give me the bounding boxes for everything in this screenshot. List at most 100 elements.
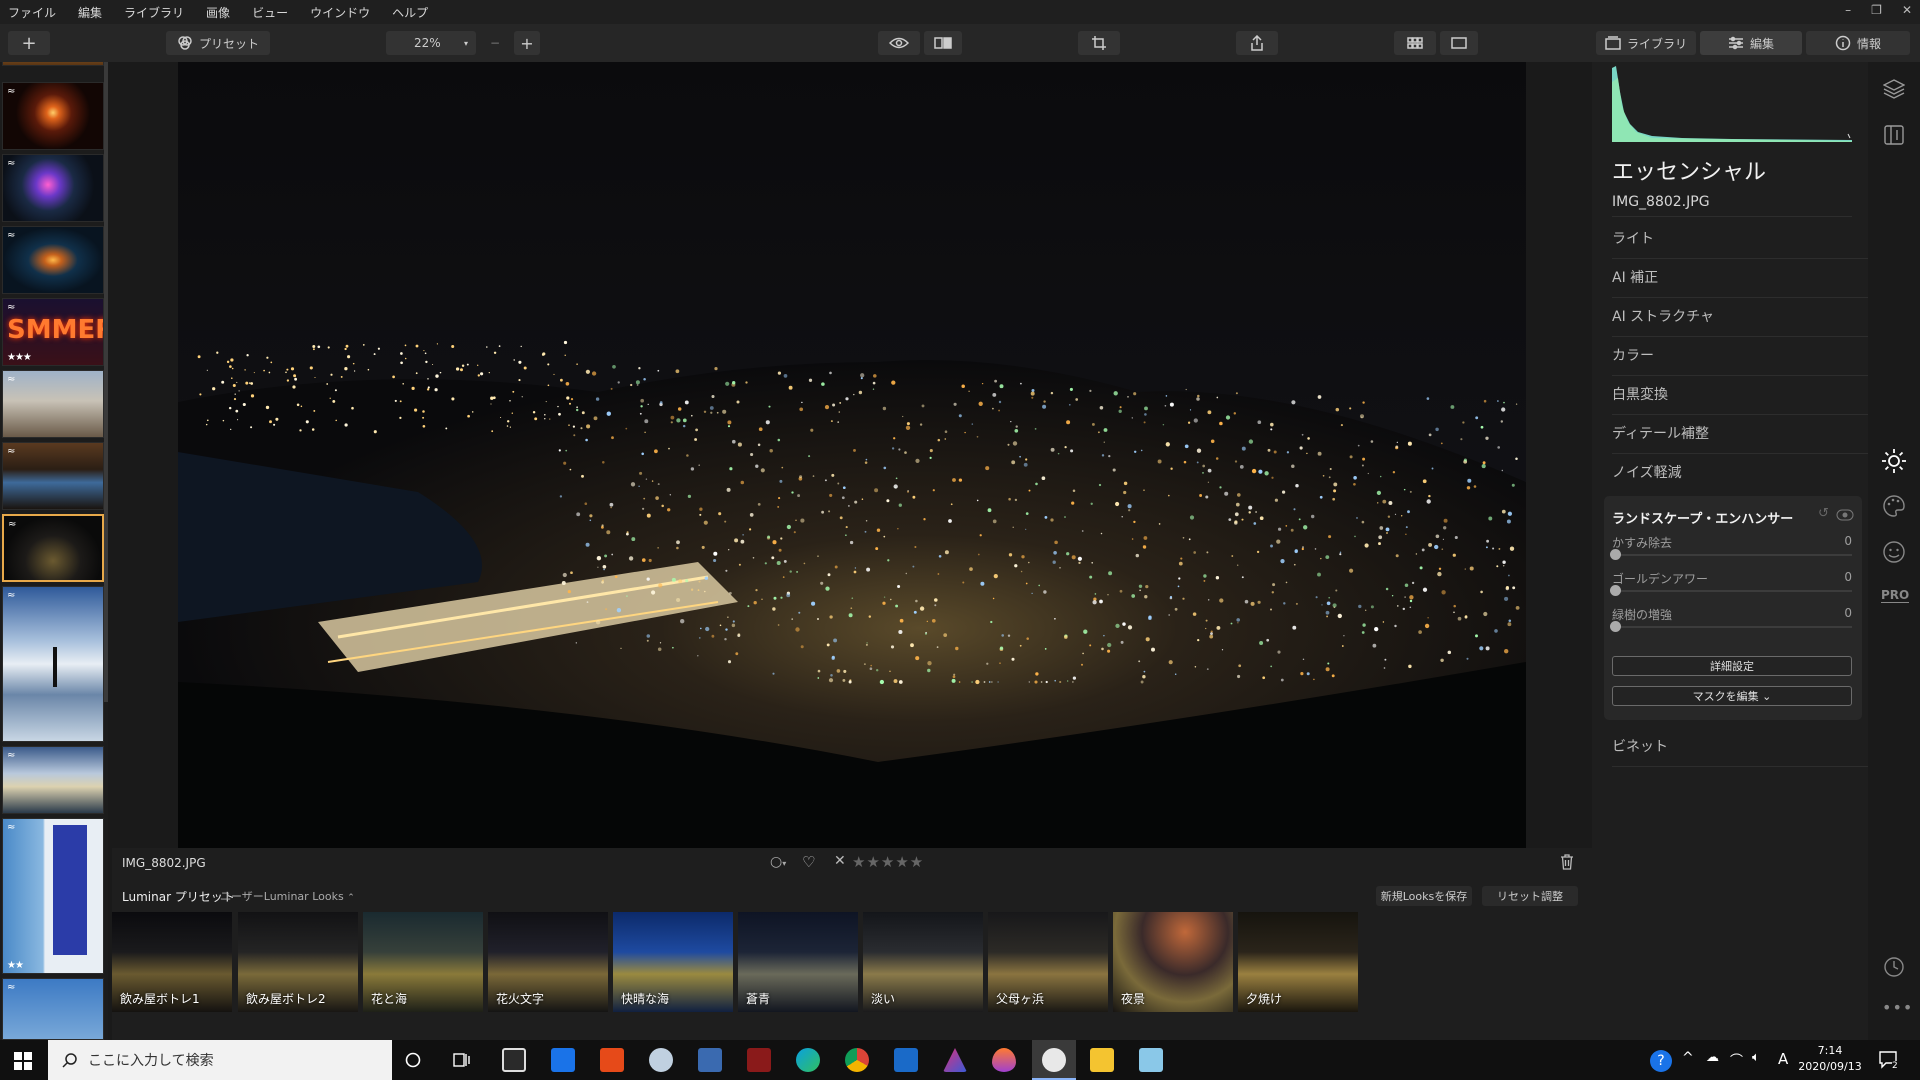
tool-vignette[interactable]: ビネット xyxy=(1612,728,1870,767)
tool-denoise[interactable]: ノイズ軽減 xyxy=(1612,454,1870,493)
filmstrip-thumbnail[interactable]: ≈ xyxy=(2,370,104,438)
main-photo[interactable] xyxy=(178,62,1526,848)
filmstrip-thumbnail[interactable] xyxy=(2,62,104,66)
ime-indicator[interactable]: A xyxy=(1778,1050,1788,1068)
help-icon[interactable]: ? xyxy=(1650,1050,1672,1072)
filmstrip-thumbnail[interactable]: ≈ xyxy=(2,442,104,510)
layers-icon[interactable] xyxy=(1883,78,1905,100)
trash-icon[interactable] xyxy=(1560,854,1574,870)
filmstrip-thumbnail[interactable]: ≈ xyxy=(2,226,104,294)
creative-palette-icon[interactable] xyxy=(1882,494,1906,518)
filmstrip-thumbnail[interactable]: ≈ xyxy=(2,154,104,222)
menu-image[interactable]: 画像 xyxy=(206,4,230,21)
menu-edit[interactable]: 編集 xyxy=(78,4,102,21)
slider-handle[interactable] xyxy=(1610,621,1621,632)
preset-button[interactable]: プリセット xyxy=(166,31,270,55)
slider-handle[interactable] xyxy=(1610,585,1621,596)
save-look-button[interactable]: 新規Looksを保存 xyxy=(1376,886,1472,906)
edge-icon[interactable] xyxy=(796,1048,820,1072)
share-button[interactable] xyxy=(1236,31,1278,55)
edit-mask-button[interactable]: マスクを編集 ⌄ xyxy=(1612,686,1852,706)
cortana-icon[interactable] xyxy=(405,1052,421,1068)
app-blue-icon[interactable] xyxy=(1139,1048,1163,1072)
store-icon[interactable] xyxy=(502,1048,526,1072)
slider-track[interactable] xyxy=(1612,590,1852,592)
tool-black-white[interactable]: 白黒変換 xyxy=(1612,376,1870,415)
more-options-icon[interactable]: ••• xyxy=(1882,998,1913,1017)
slider-track[interactable] xyxy=(1612,554,1852,556)
undo-icon[interactable]: ↺ xyxy=(1818,506,1829,521)
tool-color[interactable]: カラー xyxy=(1612,337,1870,376)
wifi-icon[interactable]: ⌒ xyxy=(1730,1050,1743,1069)
taskbar-search-box[interactable]: ここに入力して検索 xyxy=(48,1040,392,1080)
essentials-sun-icon[interactable] xyxy=(1881,448,1907,474)
filmstrip-thumbnail[interactable]: ≈ xyxy=(2,82,104,150)
add-photos-button[interactable]: + xyxy=(8,31,50,55)
color-label-button[interactable]: ○▾ xyxy=(770,854,786,870)
preset-thumbnail[interactable]: 夜景 xyxy=(1113,912,1233,1012)
menu-window[interactable]: ウインドウ xyxy=(310,4,370,21)
tab-info[interactable]: 情報 xyxy=(1806,31,1910,55)
portrait-face-icon[interactable] xyxy=(1882,540,1906,564)
app-red-icon[interactable] xyxy=(747,1048,771,1072)
tool-light[interactable]: ライト xyxy=(1612,220,1870,259)
tool-ai-structure[interactable]: AI ストラクチャ xyxy=(1612,298,1870,337)
paint-icon[interactable] xyxy=(649,1048,673,1072)
chrome-icon[interactable] xyxy=(845,1048,869,1072)
compare-button[interactable] xyxy=(924,31,962,55)
reset-adjustments-button[interactable]: リセット調整 xyxy=(1482,886,1578,906)
office-icon[interactable] xyxy=(600,1048,624,1072)
file-explorer-icon[interactable] xyxy=(1090,1048,1114,1072)
tool-ai-enhance[interactable]: AI 補正 xyxy=(1612,259,1870,298)
crop-button[interactable] xyxy=(1078,31,1120,55)
filmstrip-thumbnail[interactable]: ≈ xyxy=(2,586,104,742)
menu-library[interactable]: ライブラリ xyxy=(124,4,184,21)
history-clock-icon[interactable] xyxy=(1883,956,1905,978)
maximize-button[interactable]: ❐ xyxy=(1871,3,1882,17)
task-view-icon[interactable] xyxy=(453,1052,471,1068)
preset-thumbnail[interactable]: 蒼青 xyxy=(738,912,858,1012)
preset-thumbnail[interactable]: 淡い xyxy=(863,912,983,1012)
preset-thumbnail[interactable]: 飲み屋ボトレ2 xyxy=(238,912,358,1012)
advanced-settings-button[interactable]: 詳細設定 xyxy=(1612,656,1852,676)
clock[interactable]: 7:14 2020/09/13 xyxy=(1790,1043,1870,1075)
preset-thumbnail[interactable]: 夕焼け xyxy=(1238,912,1358,1012)
preset-thumbnail[interactable]: 飲み屋ボトレ1 xyxy=(112,912,232,1012)
menu-file[interactable]: ファイル xyxy=(8,4,56,21)
landscape-enhancer-title[interactable]: ランドスケープ・エンハンサー xyxy=(1612,508,1793,527)
close-button[interactable]: ✕ xyxy=(1902,3,1912,17)
onedrive-icon[interactable]: ☁ xyxy=(1706,1050,1719,1065)
favorite-heart-button[interactable]: ♡ xyxy=(802,853,815,871)
preview-eye-button[interactable] xyxy=(878,31,920,55)
slider-handle[interactable] xyxy=(1610,549,1621,560)
preset-thumbnail[interactable]: 花と海 xyxy=(363,912,483,1012)
chevron-up-icon[interactable]: ^ xyxy=(1682,1050,1694,1066)
preset-collection-select[interactable]: ユーザーLuminar Looks ⌃ xyxy=(220,888,355,904)
filmstrip-scrollbar[interactable] xyxy=(104,62,108,702)
preset-thumbnail[interactable]: 快晴な海 xyxy=(613,912,733,1012)
luminar-drop-icon[interactable] xyxy=(992,1048,1016,1072)
tab-edit[interactable]: 編集 xyxy=(1700,31,1802,55)
filmstrip-thumbnail[interactable]: SMMER ≈ ★★★ xyxy=(2,298,104,366)
calculator-icon[interactable] xyxy=(698,1048,722,1072)
pro-tools-icon[interactable]: PRO xyxy=(1881,588,1910,603)
filmstrip-thumbnail[interactable]: ≈ xyxy=(2,978,104,1040)
preset-thumbnail[interactable]: 花火文字 xyxy=(488,912,608,1012)
rating-stars[interactable]: ★★★★★ xyxy=(852,853,924,871)
canvas-icon[interactable] xyxy=(1883,124,1905,146)
single-view-button[interactable] xyxy=(1440,31,1478,55)
tool-detail[interactable]: ディテール補整 xyxy=(1612,415,1870,454)
filmstrip-thumbnail-selected[interactable]: ≈ xyxy=(2,514,104,582)
windows-start-icon[interactable] xyxy=(14,1052,32,1070)
affinity-icon[interactable] xyxy=(943,1048,967,1072)
zoom-out-button[interactable]: − xyxy=(482,31,508,55)
zoom-select[interactable]: 22% ▾ xyxy=(386,31,476,55)
preset-thumbnail[interactable]: 父母ヶ浜 xyxy=(988,912,1108,1012)
menu-view[interactable]: ビュー xyxy=(252,4,288,21)
menu-help[interactable]: ヘルプ xyxy=(392,4,428,21)
dropbox-icon[interactable] xyxy=(894,1048,918,1072)
zoom-in-button[interactable]: + xyxy=(514,31,540,55)
reject-button[interactable]: ✕ xyxy=(834,853,846,869)
visibility-toggle-icon[interactable] xyxy=(1836,509,1854,521)
volume-icon[interactable]: 🔈︎ xyxy=(1752,1050,1760,1065)
